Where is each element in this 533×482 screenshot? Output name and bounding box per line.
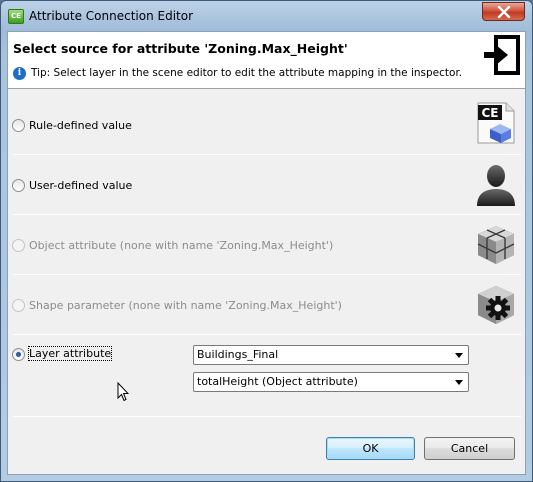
close-button[interactable] bbox=[482, 2, 525, 21]
ce-icon-text: CE bbox=[481, 106, 498, 120]
ok-button[interactable]: OK bbox=[326, 437, 415, 460]
tip-text: Tip: Select layer in the scene editor to… bbox=[31, 67, 463, 79]
object-attribute-radio bbox=[12, 239, 25, 252]
option-layer-attribute[interactable]: Layer attribute Buildings_Final totalHei… bbox=[8, 335, 525, 415]
option-shape-parameter: Shape parameter (none with name 'Zoning.… bbox=[8, 275, 525, 335]
object-cubes-icon bbox=[477, 226, 515, 264]
info-icon: i bbox=[13, 67, 26, 80]
exit-door-icon bbox=[484, 35, 520, 75]
user-silhouette-icon bbox=[477, 165, 515, 206]
layer-attribute-radio[interactable] bbox=[12, 348, 25, 361]
chevron-down-icon bbox=[455, 380, 463, 385]
layer-select[interactable]: Buildings_Final bbox=[193, 345, 469, 365]
shape-parameter-label: Shape parameter (none with name 'Zoning.… bbox=[29, 299, 342, 312]
rule-defined-radio[interactable] bbox=[12, 119, 25, 132]
title-bar[interactable]: CE Attribute Connection Editor bbox=[1, 1, 532, 31]
mouse-cursor-icon bbox=[117, 382, 129, 402]
attribute-select-value: totalHeight (Object attribute) bbox=[197, 375, 358, 388]
user-defined-label[interactable]: User-defined value bbox=[29, 179, 132, 192]
shape-parameter-radio bbox=[12, 299, 25, 312]
attribute-select[interactable]: totalHeight (Object attribute) bbox=[193, 372, 469, 392]
rule-defined-label[interactable]: Rule-defined value bbox=[29, 119, 132, 132]
close-icon bbox=[497, 6, 511, 18]
cancel-button[interactable]: Cancel bbox=[424, 437, 515, 460]
app-icon: CE bbox=[8, 9, 24, 24]
layer-attribute-label[interactable]: Layer attribute bbox=[27, 346, 113, 361]
window-title: Attribute Connection Editor bbox=[29, 9, 194, 23]
object-attribute-label: Object attribute (none with name 'Zoning… bbox=[29, 239, 334, 252]
option-rule-defined[interactable]: Rule-defined value CE bbox=[8, 95, 525, 155]
dialog-window: CE Attribute Connection Editor Select so… bbox=[0, 0, 533, 482]
chevron-down-icon bbox=[455, 353, 463, 358]
dialog-header: Select source for attribute 'Zoning.Max_… bbox=[8, 32, 525, 89]
option-object-attribute: Object attribute (none with name 'Zoning… bbox=[8, 215, 525, 275]
ce-rule-icon: CE bbox=[477, 102, 515, 144]
layer-select-value: Buildings_Final bbox=[197, 348, 279, 361]
shape-gear-icon bbox=[478, 286, 514, 324]
separator bbox=[13, 416, 521, 417]
page-title: Select source for attribute 'Zoning.Max_… bbox=[13, 41, 348, 56]
dialog-body: Select source for attribute 'Zoning.Max_… bbox=[7, 31, 526, 475]
user-defined-radio[interactable] bbox=[12, 179, 25, 192]
option-user-defined[interactable]: User-defined value bbox=[8, 155, 525, 215]
